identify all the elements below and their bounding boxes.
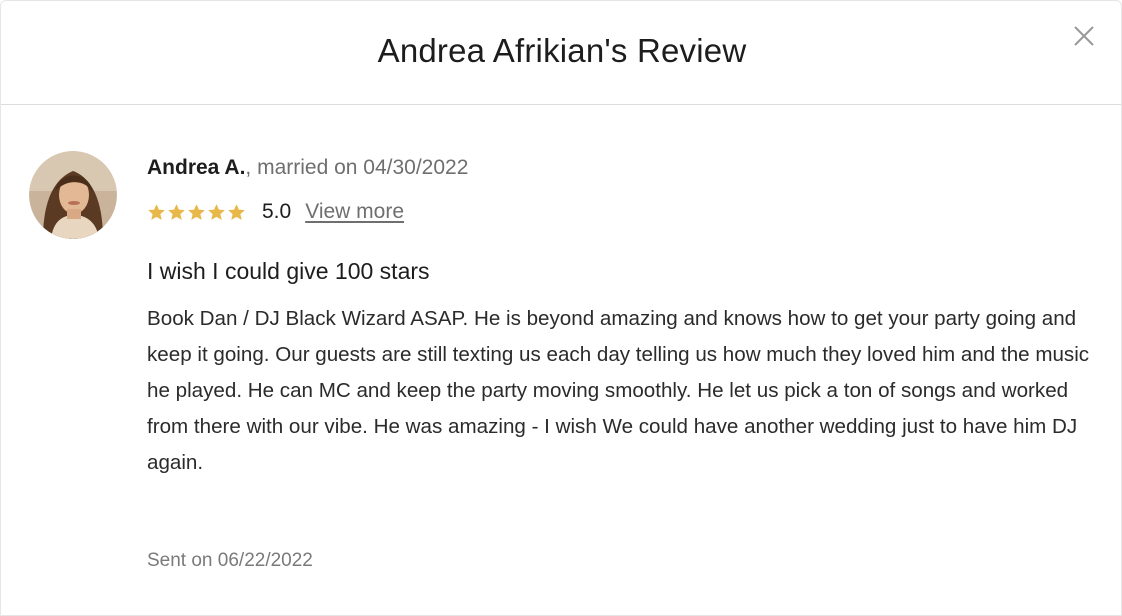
rating-line: 5.0 View more bbox=[147, 197, 1097, 227]
review-body: Andrea A., married on 04/30/2022 5.0 Vie… bbox=[147, 153, 1097, 481]
married-date: , married on 04/30/2022 bbox=[245, 156, 469, 179]
review-text: Book Dan / DJ Black Wizard ASAP. He is b… bbox=[147, 307, 1090, 474]
close-icon bbox=[1074, 26, 1094, 46]
modal-header: Andrea Afrikian's Review bbox=[1, 1, 1121, 105]
sent-date: Sent on 06/22/2022 bbox=[147, 550, 313, 571]
view-more-link[interactable]: View more bbox=[305, 197, 404, 227]
avatar-photo bbox=[29, 151, 117, 239]
reviewer-name[interactable]: Andrea A. bbox=[147, 156, 245, 179]
star-icon bbox=[168, 203, 185, 220]
star-icon bbox=[188, 203, 205, 220]
close-button[interactable] bbox=[1071, 23, 1097, 49]
avatar bbox=[29, 151, 117, 239]
star-icon bbox=[148, 203, 165, 220]
star-icon bbox=[228, 203, 245, 220]
reviewer-line: Andrea A., married on 04/30/2022 bbox=[147, 153, 1097, 183]
star-rating bbox=[147, 203, 246, 222]
star-icon bbox=[208, 203, 225, 220]
modal-title: Andrea Afrikian's Review bbox=[377, 32, 747, 69]
review-modal: Andrea Afrikian's Review Andrea A., marr… bbox=[0, 0, 1122, 616]
rating-value: 5.0 bbox=[262, 200, 292, 223]
review-title: I wish I could give 100 stars bbox=[147, 258, 430, 284]
